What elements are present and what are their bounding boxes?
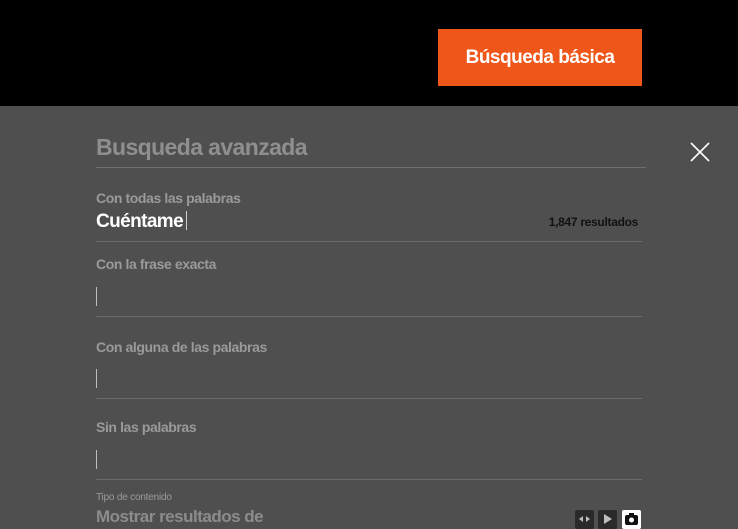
text-caret — [186, 211, 188, 230]
audio-icon[interactable] — [575, 510, 594, 529]
text-caret — [96, 369, 97, 388]
any-words-label: Con alguna de las palabras — [96, 339, 267, 355]
close-icon — [690, 142, 710, 162]
exact-phrase-underline — [96, 316, 642, 317]
exact-phrase-label: Con la frase exacta — [96, 256, 217, 272]
any-words-input[interactable] — [96, 364, 646, 396]
all-words-label: Con todas las palabras — [96, 190, 241, 206]
without-words-input[interactable] — [96, 445, 646, 477]
top-bar: Búsqueda básica — [0, 0, 738, 106]
page-title: Busqueda avanzada — [96, 132, 646, 168]
text-caret — [96, 287, 97, 306]
video-icon[interactable] — [598, 510, 617, 529]
show-results-heading: Mostrar resultados de — [96, 507, 264, 526]
content-type-label: Tipo de contenido — [96, 492, 172, 503]
close-button[interactable] — [688, 138, 716, 166]
without-words-underline — [96, 479, 642, 480]
without-words-label: Sin las palabras — [96, 419, 197, 435]
text-caret — [96, 450, 97, 469]
camera-icon[interactable] — [622, 510, 641, 529]
basic-search-button[interactable]: Búsqueda básica — [438, 29, 642, 86]
all-words-input[interactable]: Cuéntame — [96, 210, 188, 234]
any-words-underline — [96, 398, 642, 399]
all-words-underline — [96, 241, 642, 242]
results-count: 1,847 resultados — [548, 215, 639, 229]
exact-phrase-input[interactable] — [96, 282, 646, 314]
all-words-value: Cuéntame — [96, 211, 184, 232]
